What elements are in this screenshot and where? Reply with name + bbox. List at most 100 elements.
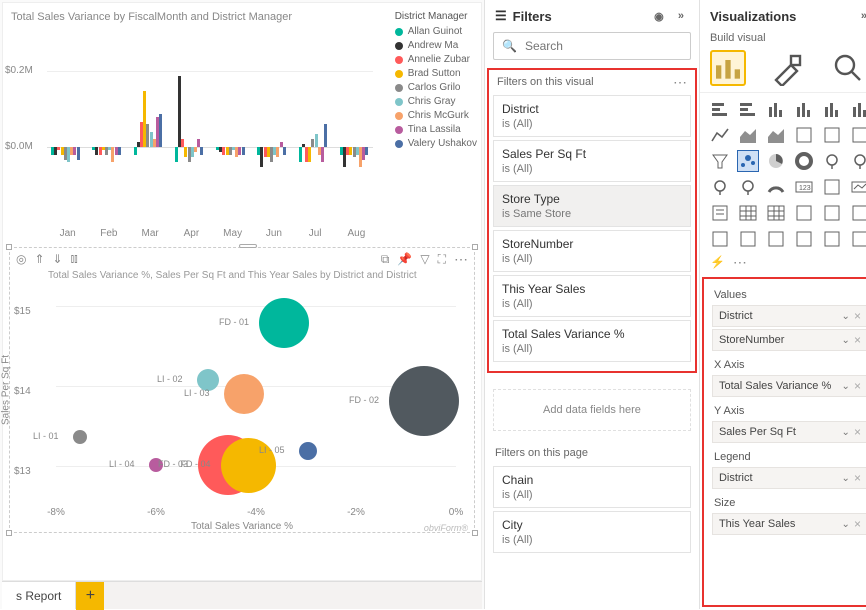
filter-card[interactable]: Sales Per Sq Ftis (All) (493, 140, 691, 182)
viz-stacked-column-100-icon[interactable] (850, 99, 866, 119)
copy-icon[interactable]: ⧉ (381, 252, 390, 267)
viz-narrative-icon[interactable] (766, 229, 786, 249)
well-values-storenumber[interactable]: StoreNumber⌄× (712, 329, 866, 351)
xaxis-label: X Axis (706, 353, 866, 373)
well-yaxis[interactable]: Sales Per Sq Ft⌄× (712, 421, 866, 443)
viz-line-stack-icon[interactable] (794, 125, 814, 145)
svg-text:123: 123 (799, 185, 811, 192)
viz-more-icon[interactable]: ⋯ (733, 257, 747, 267)
viz-card-icon[interactable]: 123 (794, 177, 814, 197)
remove-icon[interactable]: × (852, 333, 863, 347)
viz-slicer-icon[interactable] (710, 203, 730, 223)
tab-build-visual[interactable] (710, 50, 746, 86)
viz-r-visual-icon[interactable] (794, 203, 814, 223)
viz-area-icon[interactable] (738, 125, 758, 145)
viz-pie-icon[interactable] (766, 151, 786, 171)
viz-paginated-icon[interactable] (794, 229, 814, 249)
viz-arcgis-icon[interactable] (822, 229, 842, 249)
filter-card[interactable]: Cityis (All) (493, 511, 691, 553)
visualizations-pane: Visualizations » Build visual 123 ⚡ ⋯ Va… (700, 0, 866, 609)
pin-icon[interactable]: 📌 (397, 252, 412, 266)
tab-format-visual[interactable] (770, 50, 806, 86)
size-label: Size (706, 491, 866, 511)
viz-key-influencers-icon[interactable] (850, 203, 866, 223)
viz-line-column-icon[interactable] (822, 99, 842, 119)
viz-gallery: 123 (700, 93, 866, 251)
filters-search[interactable]: 🔍 (493, 32, 691, 60)
filter-card[interactable]: This Year Salesis (All) (493, 275, 691, 317)
well-xaxis[interactable]: Total Sales Variance %⌄× (712, 375, 866, 397)
well-legend[interactable]: District⌄× (712, 467, 866, 489)
viz-stacked-column-icon[interactable] (766, 99, 786, 119)
chevron-down-icon[interactable]: ⌄ (840, 311, 852, 322)
viz-stacked-area-icon[interactable] (766, 125, 786, 145)
drill-down-icon[interactable]: ⇓ (53, 252, 63, 266)
viz-multi-card-icon[interactable] (822, 177, 842, 197)
viz-funnel-icon[interactable] (710, 151, 730, 171)
focus-icon[interactable]: ⛶ (438, 252, 446, 267)
remove-icon[interactable]: × (852, 517, 863, 531)
viz-filled-map-icon[interactable] (710, 177, 730, 197)
filter-card[interactable]: Store Typeis Same Store (493, 185, 691, 227)
chevron-down-icon[interactable]: ⌄ (840, 427, 852, 438)
chevron-down-icon[interactable]: ⌄ (840, 381, 852, 392)
page-filters-header: Filters on this page (485, 439, 699, 463)
filter-card[interactable]: StoreNumberis (All) (493, 230, 691, 272)
viz-clustered-bar-icon[interactable] (738, 99, 758, 119)
more-icon[interactable]: ⋯ (454, 254, 468, 264)
filter-card[interactable]: Total Sales Variance %is (All) (493, 320, 691, 362)
viz-waterfall-icon[interactable] (850, 125, 866, 145)
filter-card[interactable]: Chainis (All) (493, 466, 691, 508)
search-input[interactable] (523, 38, 682, 54)
chevron-down-icon[interactable]: ⌄ (840, 519, 852, 530)
viz-gauge-icon[interactable] (766, 177, 786, 197)
viz-ribbon-icon[interactable] (822, 125, 842, 145)
filters-icon: ☰ (495, 8, 507, 24)
legend-label: Legend (706, 445, 866, 465)
remove-icon[interactable]: × (852, 471, 863, 485)
page-tab-report[interactable]: s Report (2, 582, 76, 609)
page-tabs: s Report + (2, 581, 482, 609)
scatter-chart[interactable]: ◎ ⇑ ⇓ ⫾⫾ ⧉ 📌 ▽ ⛶ ⋯ Total Sales Variance … (9, 247, 475, 533)
chevron-down-icon[interactable]: ⌄ (840, 473, 852, 484)
viz-power-apps-icon[interactable] (850, 229, 866, 249)
well-size[interactable]: This Year Sales⌄× (712, 513, 866, 535)
chart1-legend: District Manager Allan GuinotAndrew MaAn… (395, 11, 477, 152)
expand-icon[interactable]: ⫾⫾ (71, 253, 78, 266)
add-page-button[interactable]: + (76, 582, 104, 610)
viz-table-icon[interactable] (738, 203, 758, 223)
section-more-icon[interactable]: ⋯ (673, 77, 687, 87)
viz-kpi-icon[interactable] (850, 177, 866, 197)
remove-icon[interactable]: × (852, 379, 863, 393)
drill-up-icon[interactable]: ⇑ (34, 252, 44, 266)
chevron-down-icon[interactable]: ⌄ (840, 335, 852, 346)
eye-icon[interactable]: ◉ (651, 8, 667, 24)
viz-map-icon[interactable] (850, 151, 866, 171)
viz-matrix-icon[interactable] (766, 203, 786, 223)
viz-line-icon[interactable] (710, 125, 730, 145)
viz-donut-icon[interactable] (794, 151, 814, 171)
viz-stacked-bar-icon[interactable] (710, 99, 730, 119)
tab-analytics[interactable] (830, 50, 866, 86)
filters-drop-zone[interactable]: Add data fields here (493, 389, 691, 431)
filter-icon[interactable]: ▽ (420, 252, 429, 266)
viz-clustered-column-icon[interactable] (794, 99, 814, 119)
collapse-icon[interactable]: » (673, 8, 689, 24)
remove-icon[interactable]: × (852, 425, 863, 439)
power-automate-icon[interactable]: ⚡ (710, 255, 725, 269)
drill-circle-icon[interactable]: ◎ (16, 252, 26, 266)
filter-card[interactable]: Districtis (All) (493, 95, 691, 137)
report-canvas: Total Sales Variance by FiscalMonth and … (0, 0, 484, 609)
visual-filters-header: Filters on this visual (497, 76, 594, 88)
viz-qa-icon[interactable] (710, 229, 730, 249)
column-chart[interactable]: Total Sales Variance by FiscalMonth and … (3, 3, 481, 241)
collapse-icon[interactable]: » (856, 8, 866, 24)
viz-treemap-icon[interactable] (822, 151, 842, 171)
viz-scatter-icon[interactable] (738, 151, 758, 171)
viz-azure-map-icon[interactable] (738, 177, 758, 197)
remove-icon[interactable]: × (852, 309, 863, 323)
viz-py-visual-icon[interactable] (822, 203, 842, 223)
viz-decomposition-icon[interactable] (738, 229, 758, 249)
search-icon: 🔍 (502, 39, 517, 53)
well-values-district[interactable]: District⌄× (712, 305, 866, 327)
